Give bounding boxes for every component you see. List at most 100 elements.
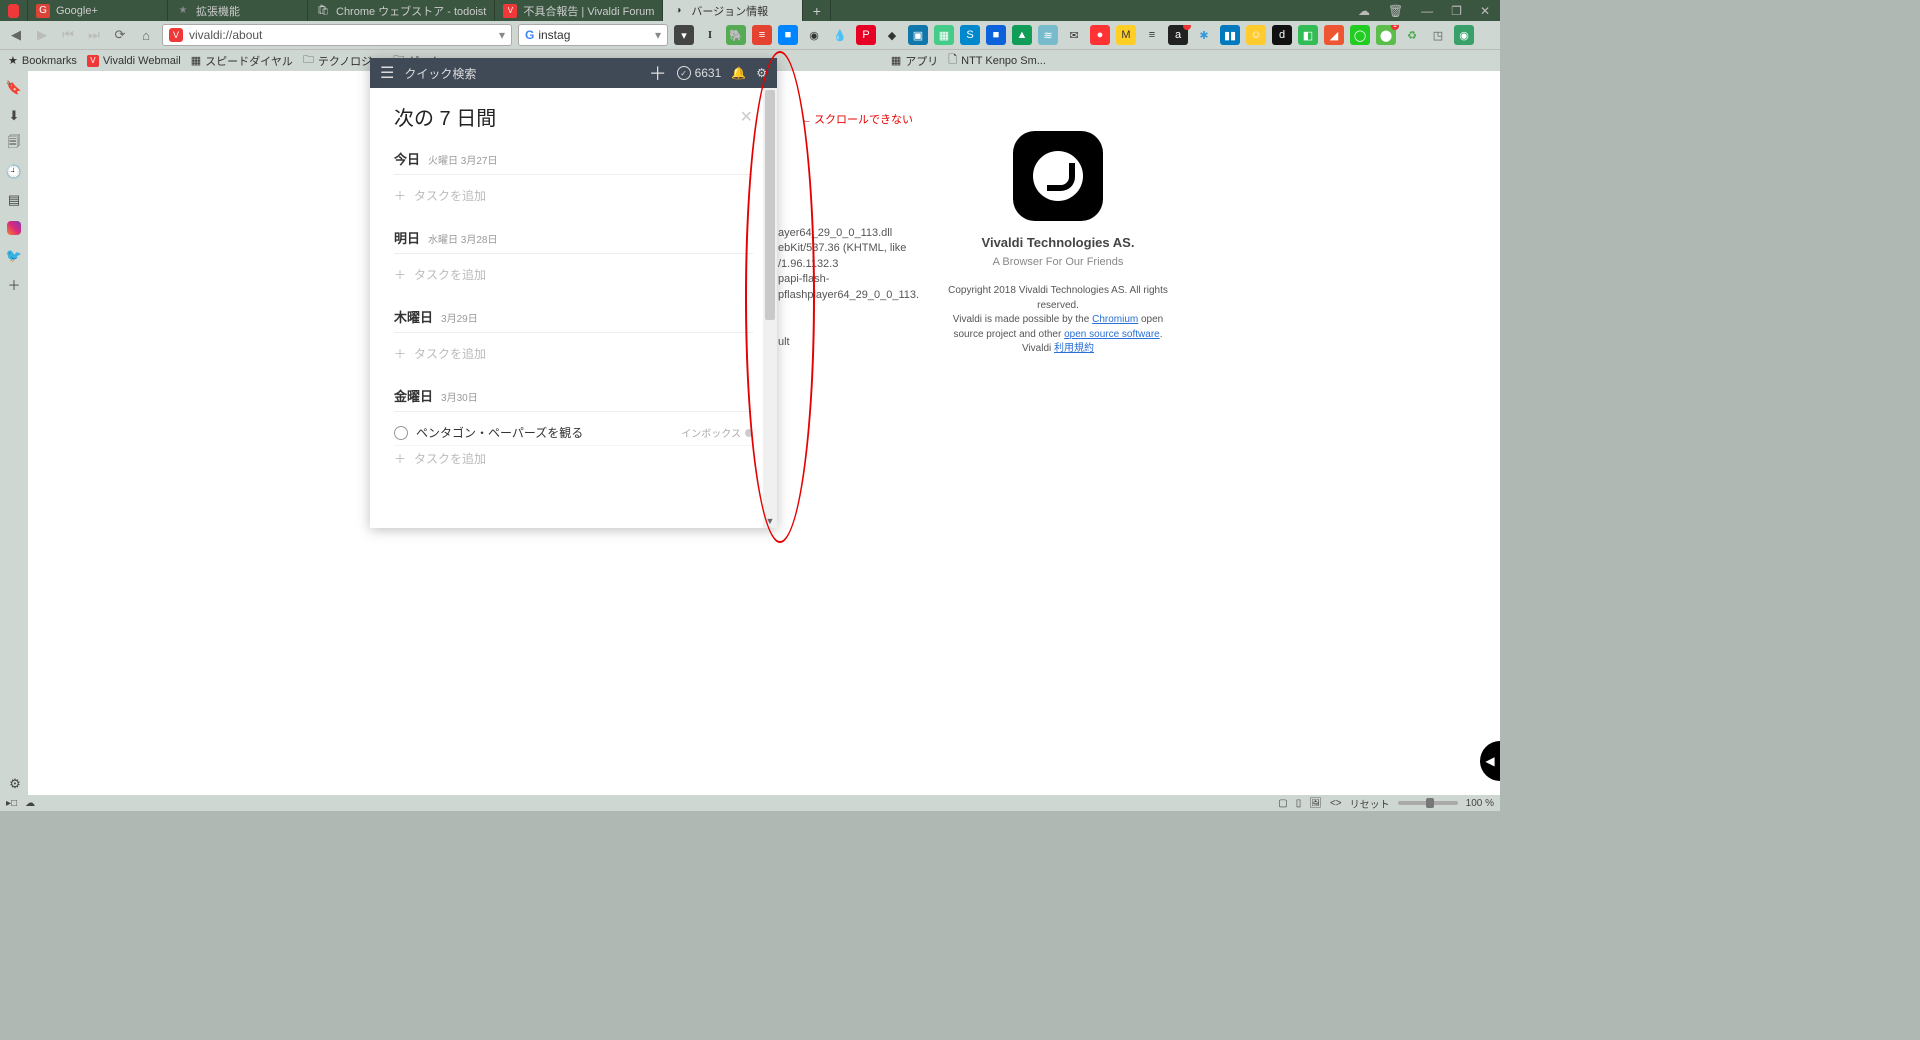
add-task-row[interactable]: ＋タスクを追加 (394, 262, 753, 287)
ext-trello-icon[interactable]: ▮▮ (1220, 25, 1240, 45)
task-checkbox[interactable] (394, 426, 408, 440)
twitter-panel-icon[interactable]: 🐦 (5, 247, 23, 265)
scrollbar-thumb[interactable] (765, 90, 775, 320)
status-bar: ▸□ ☁ ▢ ▯ 🖼 <> リセット 100 % (0, 795, 1500, 811)
chromium-link[interactable]: Chromium (1092, 314, 1138, 325)
minimize-button[interactable]: — (1421, 4, 1433, 18)
vivaldi-menu[interactable] (0, 0, 28, 21)
notifications-icon[interactable]: 🔔 (731, 66, 746, 80)
ext-recycle-icon[interactable]: ♻ (1402, 25, 1422, 45)
panel-toggle-icon[interactable]: ▸□ (6, 798, 17, 809)
add-task-row[interactable]: ＋タスクを追加 (394, 341, 753, 366)
cloud-icon[interactable]: ☁ (1358, 4, 1370, 18)
menu-icon[interactable]: ☰ (380, 63, 394, 83)
ext-gmail-icon[interactable]: ✉ (1064, 25, 1084, 45)
ext-instapaper-icon[interactable]: I (700, 25, 720, 45)
settings-gear-icon[interactable]: ⚙ (756, 66, 767, 80)
oss-link[interactable]: open source software (1064, 329, 1160, 340)
sync-icon[interactable]: ☁ (25, 798, 35, 809)
copyright-block: Copyright 2018 Vivaldi Technologies AS. … (948, 284, 1168, 357)
ext-icon[interactable]: S (960, 25, 980, 45)
ext-icon[interactable]: ■ (778, 25, 798, 45)
url-field[interactable]: Vvivaldi://about▾ (162, 24, 512, 46)
settings-icon[interactable]: ⚙ (6, 775, 24, 793)
history-panel-icon[interactable]: 🕘 (5, 163, 23, 181)
ext-todoist-icon[interactable]: ≡ (752, 25, 772, 45)
tab-1[interactable]: ★拡張機能 (168, 0, 308, 21)
ext-icon[interactable]: ▣ (908, 25, 928, 45)
trash-icon[interactable]: 🗑 (1388, 4, 1403, 18)
karma-icon[interactable]: ✓6631 (677, 66, 722, 80)
reload-button[interactable]: ⟳ (110, 25, 130, 45)
bookmark-item[interactable]: VVivaldi Webmail (87, 55, 181, 67)
ext-icon[interactable]: ◧ (1298, 25, 1318, 45)
add-task-icon[interactable]: ＋ (649, 60, 667, 86)
ext-icon[interactable]: ◳ (1428, 25, 1448, 45)
tab-label: Google+ (56, 5, 98, 17)
ext-buffer-icon[interactable]: ≡ (1142, 25, 1162, 45)
image-toggle-icon[interactable]: 🖼 (1309, 798, 1322, 809)
day-section: 金曜日3月30日 ペンタゴン・ペーパーズを観る インボックス ＋タスクを追加 (394, 386, 753, 471)
ext-amazon-icon[interactable]: a (1168, 25, 1188, 45)
downloads-panel-icon[interactable]: ⬇ (5, 107, 23, 125)
add-panel-icon[interactable]: ＋ (5, 275, 23, 293)
ext-icon[interactable]: ▦ (934, 25, 954, 45)
tile-icon[interactable]: ▯ (1296, 798, 1302, 809)
ext-icon[interactable]: M (1116, 25, 1136, 45)
ext-icon[interactable]: ☺ (1246, 25, 1266, 45)
ext-icon[interactable]: ≋ (1038, 25, 1058, 45)
terms-link[interactable]: 利用規約 (1054, 343, 1094, 354)
tab-label: バージョン情報 (691, 3, 768, 19)
ext-feedly-icon[interactable]: ⬤1 (1376, 25, 1396, 45)
tab-4[interactable]: ◑バージョン情報 (663, 0, 803, 21)
tab-2[interactable]: 🛍Chrome ウェブストア - todoist (308, 0, 495, 21)
ext-icon[interactable]: ◉ (804, 25, 824, 45)
ext-icon[interactable]: ◯ (1350, 25, 1370, 45)
rewind-button[interactable]: ⏮ (58, 25, 78, 45)
search-field[interactable]: Ginstag▾ (518, 24, 668, 46)
bookmark-item[interactable]: 🗋NTT Kenpo Sm... (948, 51, 1046, 70)
forward-button[interactable]: ▶ (32, 25, 52, 45)
zoom-reset[interactable]: リセット (1350, 796, 1390, 811)
ext-evernote-icon[interactable]: 🐘 (726, 25, 746, 45)
add-task-row[interactable]: ＋タスクを追加 (394, 183, 753, 208)
new-tab-button[interactable]: + (803, 0, 831, 21)
side-panel: 🔖 ⬇ 🗐 🕘 ▤ 🐦 ＋ ⚙ (0, 71, 28, 795)
fastforward-button[interactable]: ⏭ (84, 25, 104, 45)
ext-pinterest-icon[interactable]: P (856, 25, 876, 45)
ext-pocket-icon[interactable]: ▾ (674, 25, 694, 45)
maximize-button[interactable]: ❐ (1451, 4, 1462, 18)
window-panel-icon[interactable]: ▤ (5, 191, 23, 209)
tab-3[interactable]: V不具合報告 | Vivaldi Forum (495, 0, 663, 21)
bookmarks-panel-icon[interactable]: 🔖 (5, 79, 23, 97)
notes-panel-icon[interactable]: 🗐 (5, 135, 23, 153)
ext-icon[interactable]: ◉ (1454, 25, 1474, 45)
page-content: ayer64_29_0_0_113.dll ebKit/537.36 (KHTM… (28, 71, 1500, 795)
ext-icon[interactable]: 💧 (830, 25, 850, 45)
task-row[interactable]: ペンタゴン・ペーパーズを観る インボックス (394, 420, 753, 446)
add-task-row[interactable]: ＋タスクを追加 (394, 446, 753, 471)
quick-search[interactable]: クイック検索 (404, 65, 476, 82)
scrollbar[interactable]: ▼ (763, 88, 777, 528)
scroll-down-arrow[interactable]: ▼ (766, 516, 775, 526)
ext-digg-icon[interactable]: d (1272, 25, 1292, 45)
ext-icon[interactable]: ◆ (882, 25, 902, 45)
bookmark-item[interactable]: ▦アプリ (891, 53, 938, 69)
page-actions-icon[interactable]: <> (1330, 798, 1342, 809)
todoist-popup: ☰ クイック検索 ＋ ✓6631 🔔 ⚙ 次の 7 日間✕ 今日火曜日 3月27… (370, 58, 777, 528)
tile-icon[interactable]: ▢ (1278, 798, 1287, 809)
back-button[interactable]: ◀ (6, 25, 26, 45)
ext-icon[interactable]: ■ (986, 25, 1006, 45)
ext-icon[interactable]: ✱ (1194, 25, 1214, 45)
bookmark-item[interactable]: ★Bookmarks (8, 54, 77, 67)
zoom-slider[interactable] (1398, 801, 1458, 805)
bookmark-item[interactable]: ▦スピードダイヤル (191, 53, 293, 69)
home-button[interactable]: ⌂ (136, 25, 156, 45)
tab-0[interactable]: GGoogle+ (28, 0, 168, 21)
ext-drive-icon[interactable]: ▲ (1012, 25, 1032, 45)
close-button[interactable]: ✕ (1480, 4, 1490, 18)
ext-icon[interactable]: ● (1090, 25, 1110, 45)
close-icon[interactable]: ✕ (740, 107, 753, 127)
ext-icon[interactable]: ◢ (1324, 25, 1344, 45)
instagram-panel-icon[interactable] (5, 219, 23, 237)
